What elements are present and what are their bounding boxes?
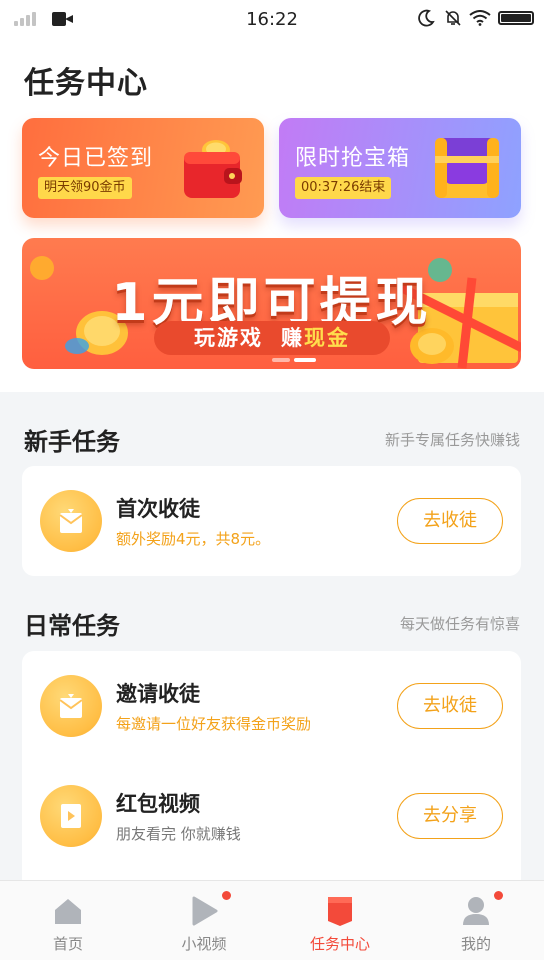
newbie-task-panel: 首次收徒 额外奖励4元，共8元。 去收徒	[22, 466, 521, 576]
tab-label: 任务中心	[309, 935, 370, 953]
wifi-icon	[469, 10, 491, 26]
banner-pill: 玩游戏 赚现金	[154, 321, 390, 355]
newbie-section-subtitle: 新手专属任务快赚钱	[384, 431, 520, 449]
clock: 16:22	[246, 9, 298, 30]
notification-dot	[222, 891, 231, 900]
tab-task-center[interactable]: 任务中心	[272, 881, 408, 960]
battery-icon	[498, 11, 534, 25]
treasure-chest-card[interactable]: 限时抢宝箱 00:37:26结束	[279, 118, 521, 218]
video-envelope-icon	[40, 785, 102, 847]
task-row: 红包视频 朋友看完 你就赚钱 去分享	[22, 761, 521, 871]
task-name: 红包视频	[116, 792, 200, 816]
task-desc: 朋友看完 你就赚钱	[116, 825, 241, 843]
go-recruit-button[interactable]: 去收徒	[397, 498, 503, 544]
tab-short-video[interactable]: 小视频	[136, 881, 272, 960]
home-icon	[55, 899, 81, 924]
tab-label: 小视频	[181, 935, 227, 953]
go-recruit-button[interactable]: 去收徒	[397, 683, 503, 729]
carousel-dot	[272, 358, 290, 362]
task-name: 首次收徒	[116, 497, 200, 521]
task-row: 邀请收徒 每邀请一位好友获得金币奖励 去收徒	[22, 651, 521, 761]
play-icon	[192, 896, 218, 926]
treasure-chest-icon	[435, 138, 499, 198]
daily-task-panel: 邀请收徒 每邀请一位好友获得金币奖励 去收徒 红包视频 朋友看完 你就赚钱 去分…	[22, 651, 521, 891]
carousel-indicator	[272, 358, 322, 362]
signin-card[interactable]: 今日已签到 明天领90金币	[22, 118, 264, 218]
task-desc: 每邀请一位好友获得金币奖励	[116, 715, 312, 733]
carousel-dot-active	[294, 358, 316, 362]
envelope-icon	[40, 490, 102, 552]
banner-pill-part1: 玩游戏	[194, 326, 263, 350]
task-row: 首次收徒 额外奖励4元，共8元。 去收徒	[22, 466, 521, 576]
daily-section-title: 日常任务	[24, 612, 120, 640]
task-ribbon-icon	[328, 897, 352, 926]
moon-icon	[418, 9, 435, 27]
tab-home[interactable]: 首页	[0, 881, 136, 960]
envelope-icon	[40, 675, 102, 737]
promo-banner[interactable]: 1元即可提现 玩游戏 赚现金	[22, 238, 521, 369]
tab-mine[interactable]: 我的	[408, 881, 544, 960]
banner-pill-part3: 现金	[304, 326, 350, 350]
daily-section-subtitle: 每天做任务有惊喜	[399, 615, 520, 633]
banner-pill-part2: 赚	[281, 326, 304, 350]
bell-muted-icon	[445, 10, 461, 26]
bottom-tab-bar: 首页 小视频 任务中心 我的	[0, 880, 544, 960]
go-share-button[interactable]: 去分享	[397, 793, 503, 839]
signin-card-tag: 明天领90金币	[38, 177, 132, 199]
notification-dot	[494, 891, 503, 900]
tab-label: 首页	[52, 935, 83, 953]
tab-label: 我的	[460, 935, 491, 953]
signin-card-title: 今日已签到	[38, 146, 154, 171]
chest-card-countdown: 00:37:26结束	[295, 177, 392, 199]
chest-card-title: 限时抢宝箱	[295, 146, 411, 171]
task-name: 邀请收徒	[116, 682, 200, 706]
newbie-section-title: 新手任务	[24, 428, 120, 456]
page-title: 任务中心	[24, 66, 148, 101]
status-bar: 16:22	[0, 0, 544, 38]
task-desc: 额外奖励4元，共8元。	[116, 530, 271, 548]
wallet-icon	[184, 140, 242, 198]
user-icon	[463, 897, 489, 925]
